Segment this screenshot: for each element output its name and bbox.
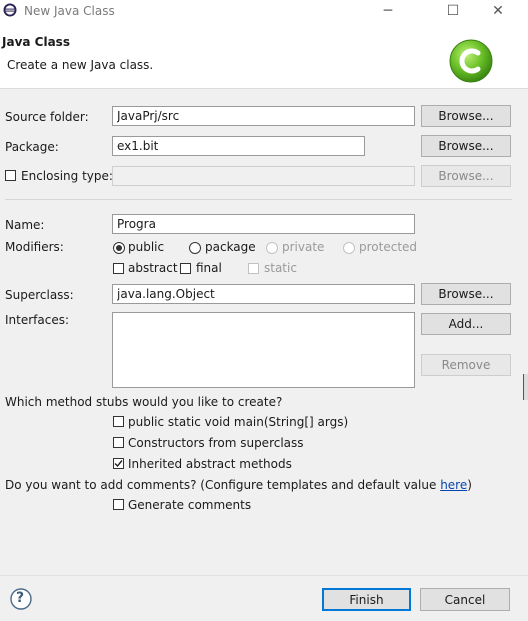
source-folder-label: Source folder:: [5, 110, 89, 124]
package-radio[interactable]: [189, 242, 201, 254]
help-icon[interactable]: ?: [10, 588, 32, 610]
wizard-subtitle: Create a new Java class.: [7, 58, 154, 72]
constructors-label: Constructors from superclass: [128, 436, 304, 450]
interfaces-list[interactable]: [112, 312, 415, 388]
close-button[interactable]: ✕: [478, 0, 518, 22]
add-interface-button[interactable]: Add...: [421, 313, 511, 335]
public-radio[interactable]: [113, 242, 125, 254]
name-label: Name:: [5, 218, 45, 232]
abstract-checkbox[interactable]: [113, 263, 124, 274]
java-class-logo-icon: [449, 39, 493, 83]
abstract-label: abstract: [128, 261, 178, 275]
comments-question-text: Do you want to add comments? (Configure …: [5, 478, 441, 492]
footer-separator: [0, 575, 528, 576]
inherited-methods-checkbox[interactable]: [113, 458, 124, 469]
window-title: New Java Class: [24, 4, 115, 18]
configure-templates-link[interactable]: here: [440, 478, 467, 492]
main-method-label: public static void main(String[] args): [128, 415, 349, 429]
final-checkbox[interactable]: [180, 263, 191, 274]
constructors-checkbox[interactable]: [113, 437, 124, 448]
comments-question: Do you want to add comments? (Configure …: [5, 478, 472, 492]
package-modifier-label: package: [205, 240, 256, 254]
checkmark-icon: [114, 460, 123, 468]
static-checkbox[interactable]: [248, 263, 259, 274]
source-folder-input[interactable]: [112, 106, 415, 126]
superclass-browse-button[interactable]: Browse...: [421, 283, 511, 305]
enclosing-type-browse-button[interactable]: Browse...: [421, 165, 511, 187]
finish-button[interactable]: Finish: [322, 588, 411, 611]
inherited-methods-label: Inherited abstract methods: [128, 457, 292, 471]
protected-label: protected: [359, 240, 418, 254]
generate-comments-checkbox[interactable]: [113, 499, 124, 510]
maximize-button[interactable]: ☐: [433, 0, 473, 22]
private-label: private: [282, 240, 325, 254]
remove-interface-button[interactable]: Remove: [421, 354, 511, 376]
background-window-edge: [523, 374, 528, 400]
separator: [5, 199, 512, 200]
generate-comments-label: Generate comments: [128, 498, 252, 512]
eclipse-app-icon: [3, 3, 17, 17]
cancel-button[interactable]: Cancel: [420, 588, 510, 611]
name-input[interactable]: [112, 214, 415, 234]
modifiers-label: Modifiers:: [5, 240, 64, 254]
main-method-checkbox[interactable]: [113, 416, 124, 427]
method-stubs-question: Which method stubs would you like to cre…: [5, 395, 283, 409]
package-label: Package:: [5, 140, 59, 154]
enclosing-type-checkbox[interactable]: [5, 170, 16, 181]
package-input[interactable]: [112, 136, 365, 156]
help-glyph: ?: [16, 590, 25, 606]
comments-question-close: ): [467, 478, 472, 492]
protected-radio[interactable]: [343, 242, 355, 254]
wizard-header: Java Class Create a new Java class.: [0, 22, 528, 89]
superclass-input[interactable]: [112, 284, 415, 304]
interfaces-label: Interfaces:: [5, 313, 70, 327]
public-label: public: [128, 240, 165, 254]
radio-selected-dot: [116, 245, 122, 251]
final-label: final: [196, 261, 222, 275]
title-bar: New Java Class ─ ☐ ✕: [0, 0, 528, 22]
source-folder-browse-button[interactable]: Browse...: [421, 105, 511, 127]
wizard-title: Java Class: [2, 35, 70, 49]
minimize-button[interactable]: ─: [368, 0, 408, 22]
enclosing-type-label: Enclosing type:: [21, 169, 113, 183]
enclosing-type-input[interactable]: [112, 166, 415, 186]
private-radio[interactable]: [266, 242, 278, 254]
superclass-label: Superclass:: [5, 288, 74, 302]
package-browse-button[interactable]: Browse...: [421, 135, 511, 157]
static-label: static: [264, 261, 297, 275]
